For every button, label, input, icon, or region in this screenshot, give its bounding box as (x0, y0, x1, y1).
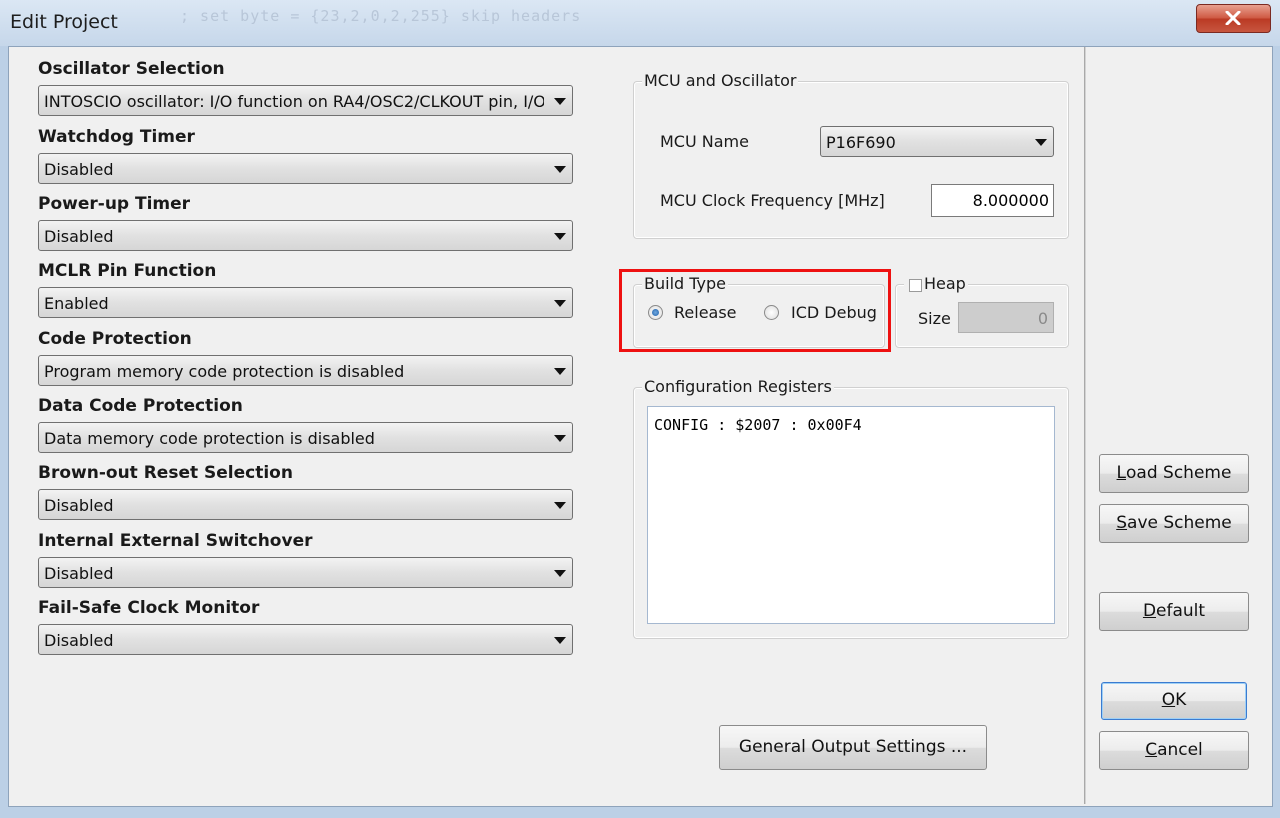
config-registers-group: Configuration Registers CONFIG : $2007 :… (633, 377, 1069, 639)
brown-out-reset-value: Disabled (44, 496, 114, 515)
chevron-down-icon (554, 300, 566, 307)
mcu-name-label: MCU Name (660, 132, 749, 151)
fail-safe-clock-monitor-label: Fail-Safe Clock Monitor (38, 598, 260, 618)
chevron-down-icon (554, 637, 566, 644)
mclr-pin-function-select[interactable]: Enabled (38, 287, 573, 318)
watchdog-timer-label: Watchdog Timer (38, 127, 195, 147)
separator (1084, 47, 1086, 804)
title-bar: Edit Project ; set byte = {23,2,0,2,255}… (0, 0, 1280, 46)
chevron-down-icon (554, 502, 566, 509)
code-protection-value: Program memory code protection is disabl… (44, 362, 405, 381)
config-registers-group-label: Configuration Registers (642, 377, 834, 396)
default-button[interactable]: Default (1099, 592, 1249, 631)
mcu-clock-label: MCU Clock Frequency [MHz] (660, 191, 885, 210)
mcu-oscillator-group-label: MCU and Oscillator (642, 71, 799, 90)
heap-size-label: Size (918, 309, 951, 328)
close-icon (1225, 11, 1241, 25)
config-registers-textarea[interactable]: CONFIG : $2007 : 0x00F4 (647, 406, 1055, 624)
power-up-timer-select[interactable]: Disabled (38, 220, 573, 251)
chevron-down-icon (554, 435, 566, 442)
data-code-protection-value: Data memory code protection is disabled (44, 429, 375, 448)
internal-external-switchover-value: Disabled (44, 564, 114, 583)
mcu-oscillator-group: MCU and Oscillator MCU Name P16F690 MCU … (633, 71, 1069, 239)
mclr-pin-function-value: Enabled (44, 294, 109, 313)
watchdog-timer-value: Disabled (44, 160, 114, 179)
oscillator-selection-value: INTOSCIO oscillator: I/O function on RA4… (44, 92, 544, 111)
internal-external-switchover-select[interactable]: Disabled (38, 557, 573, 588)
heap-checkbox[interactable] (909, 279, 922, 292)
data-code-protection-label: Data Code Protection (38, 396, 243, 416)
watchdog-timer-select[interactable]: Disabled (38, 153, 573, 184)
data-code-protection-select[interactable]: Data memory code protection is disabled (38, 422, 573, 453)
brown-out-reset-select[interactable]: Disabled (38, 489, 573, 520)
ok-button[interactable]: OK (1101, 682, 1247, 720)
fail-safe-clock-monitor-value: Disabled (44, 631, 114, 650)
chevron-down-icon (554, 166, 566, 173)
code-protection-select[interactable]: Program memory code protection is disabl… (38, 355, 573, 386)
background-code-text: ; set byte = {23,2,0,2,255} skip headers (180, 7, 582, 25)
build-type-highlight (619, 269, 891, 352)
heap-size-input[interactable]: 0 (958, 302, 1054, 333)
power-up-timer-label: Power-up Timer (38, 194, 191, 214)
brown-out-reset-label: Brown-out Reset Selection (38, 463, 293, 483)
mcu-clock-input[interactable]: 8.000000 (931, 184, 1054, 217)
chevron-down-icon (1035, 139, 1047, 146)
code-protection-label: Code Protection (38, 329, 192, 349)
oscillator-selection-select[interactable]: INTOSCIO oscillator: I/O function on RA4… (38, 85, 573, 116)
chevron-down-icon (554, 98, 566, 105)
general-output-settings-button[interactable]: General Output Settings ... (719, 725, 987, 770)
fail-safe-clock-monitor-select[interactable]: Disabled (38, 624, 573, 655)
chevron-down-icon (554, 570, 566, 577)
mcu-name-value: P16F690 (826, 133, 896, 152)
load-scheme-button[interactable]: Load Scheme (1099, 454, 1249, 493)
close-button[interactable] (1196, 4, 1271, 33)
chevron-down-icon (554, 368, 566, 375)
mclr-pin-function-label: MCLR Pin Function (38, 261, 217, 281)
power-up-timer-value: Disabled (44, 227, 114, 246)
config-panel: Oscillator Selection INTOSCIO oscillator… (9, 47, 1086, 804)
heap-group: Heap Size 0 (895, 274, 1069, 348)
window-title: Edit Project (10, 11, 118, 33)
mcu-name-select[interactable]: P16F690 (820, 126, 1054, 157)
internal-external-switchover-label: Internal External Switchover (38, 531, 313, 551)
oscillator-selection-label: Oscillator Selection (38, 59, 225, 79)
save-scheme-button[interactable]: Save Scheme (1099, 504, 1249, 543)
chevron-down-icon (554, 233, 566, 240)
cancel-button[interactable]: Cancel (1099, 731, 1249, 770)
dialog-client: Oscillator Selection INTOSCIO oscillator… (8, 46, 1273, 807)
